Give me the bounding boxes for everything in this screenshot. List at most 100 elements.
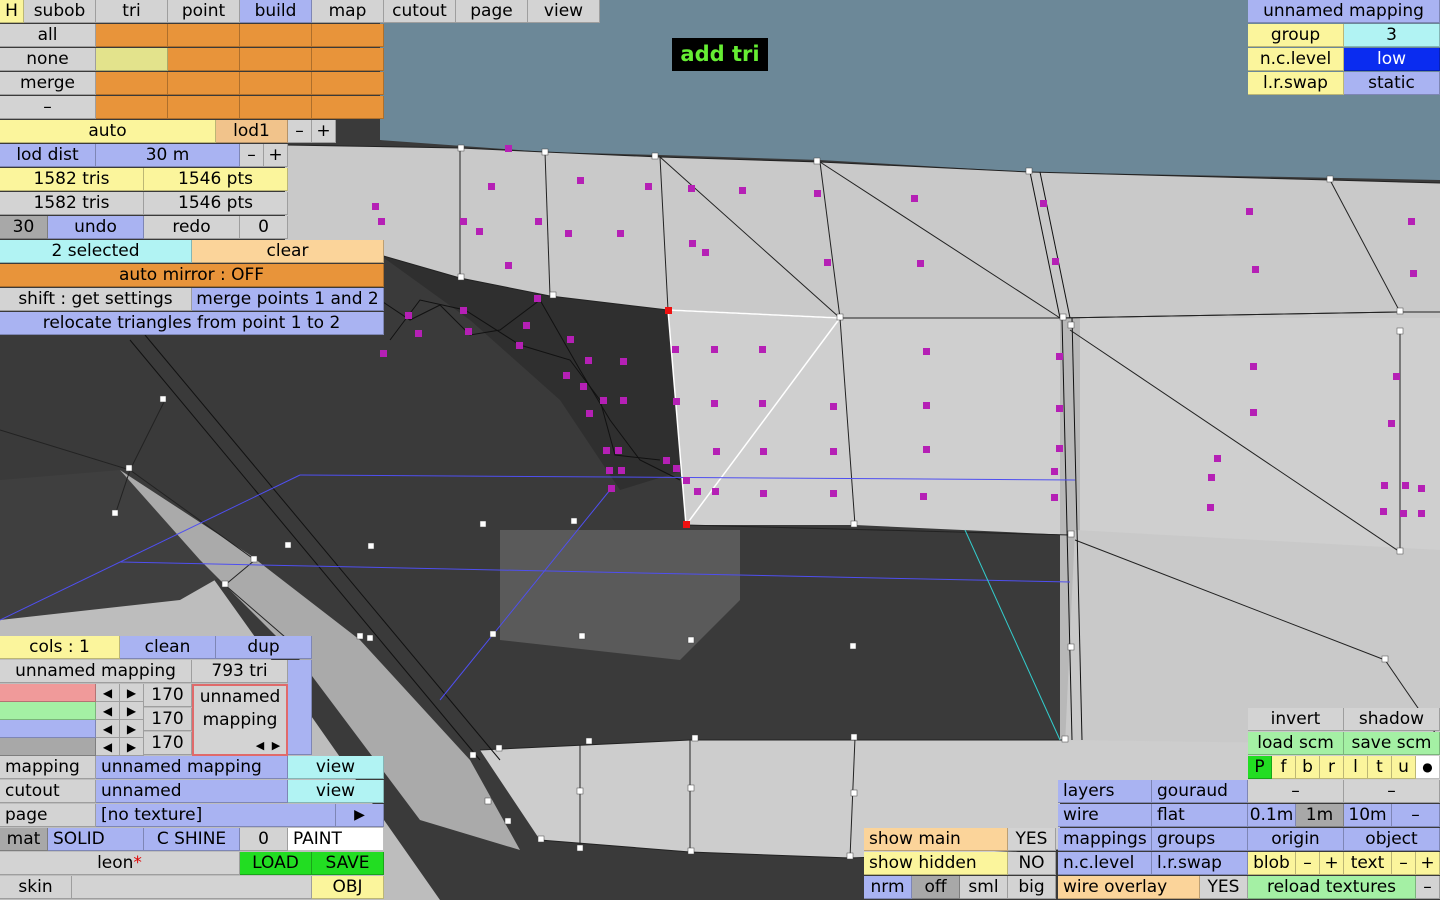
grid-cell[interactable] bbox=[240, 72, 312, 95]
cutout-view-button[interactable]: view bbox=[288, 780, 384, 803]
undo-button[interactable]: undo bbox=[48, 216, 144, 239]
lod-minus-button[interactable]: – bbox=[288, 120, 312, 143]
select-none-button[interactable]: none bbox=[0, 48, 96, 71]
solid-toggle[interactable]: SOLID bbox=[48, 828, 144, 851]
gray-right-arrow-icon[interactable]: ▶ bbox=[120, 738, 144, 756]
green-slider[interactable] bbox=[0, 702, 96, 720]
menu-subob[interactable]: subob bbox=[24, 0, 96, 23]
grid-cell[interactable] bbox=[240, 48, 312, 71]
normals-big-button[interactable]: big bbox=[1008, 876, 1056, 899]
play-icon[interactable]: ▶ bbox=[336, 804, 384, 827]
invert-button[interactable]: invert bbox=[1248, 708, 1344, 731]
blue-right-arrow-icon[interactable]: ▶ bbox=[120, 720, 144, 738]
grid-cell[interactable] bbox=[312, 48, 384, 71]
page-select[interactable]: [no texture] bbox=[96, 804, 336, 827]
cshine-toggle[interactable]: C SHINE bbox=[144, 828, 240, 851]
blue-slider[interactable] bbox=[0, 720, 96, 738]
relocate-triangles-button[interactable]: relocate triangles from point 1 to 2 bbox=[0, 312, 384, 335]
gray-slider[interactable] bbox=[0, 738, 96, 756]
grid-cell[interactable] bbox=[168, 48, 240, 71]
step-minus-button[interactable]: – bbox=[1248, 780, 1344, 803]
grid-cell[interactable] bbox=[96, 72, 168, 95]
paint-button[interactable]: PAINT bbox=[288, 828, 384, 851]
clean-button[interactable]: clean bbox=[120, 636, 216, 659]
green-left-arrow-icon[interactable]: ◀ bbox=[96, 702, 120, 720]
lod1-button[interactable]: lod1 bbox=[216, 120, 288, 143]
save-scm-button[interactable]: save scm bbox=[1344, 732, 1440, 755]
grid-cell[interactable] bbox=[168, 72, 240, 95]
menu-tri[interactable]: tri bbox=[96, 0, 168, 23]
view-u-button[interactable]: u bbox=[1392, 756, 1416, 779]
view-p-button[interactable]: P bbox=[1248, 756, 1272, 779]
lod-dist-minus-button[interactable]: – bbox=[240, 144, 264, 167]
dot-icon[interactable]: ● bbox=[1416, 756, 1440, 779]
menu-view[interactable]: view bbox=[528, 0, 600, 23]
menu-point[interactable]: point bbox=[168, 0, 240, 23]
show-main-toggle[interactable]: YES bbox=[1008, 828, 1056, 851]
shadow-button[interactable]: shadow bbox=[1344, 708, 1440, 731]
red-right-arrow-icon[interactable]: ▶ bbox=[120, 684, 144, 702]
normals-small-button[interactable]: sml bbox=[960, 876, 1008, 899]
reload-minus-button[interactable]: – bbox=[1416, 876, 1440, 899]
dash-button[interactable]: – bbox=[0, 96, 96, 119]
group-value[interactable]: 3 bbox=[1344, 24, 1440, 47]
mapping-view-button[interactable]: view bbox=[288, 756, 384, 779]
step-decrease-button[interactable]: – bbox=[1392, 804, 1440, 827]
file-name[interactable]: leon* bbox=[0, 852, 240, 875]
menu-page[interactable]: page bbox=[456, 0, 528, 23]
grid-cell[interactable] bbox=[240, 96, 312, 119]
lrswap-value[interactable]: static bbox=[1344, 72, 1440, 95]
grid-cell[interactable] bbox=[168, 96, 240, 119]
step-1m-button[interactable]: 1m bbox=[1296, 804, 1344, 827]
reload-textures-button[interactable]: reload textures bbox=[1248, 876, 1416, 899]
grid-cell[interactable] bbox=[96, 24, 168, 47]
auto-mirror-toggle[interactable]: auto mirror : OFF bbox=[0, 264, 384, 287]
cols-button[interactable]: cols : 1 bbox=[0, 636, 120, 659]
blue-left-arrow-icon[interactable]: ◀ bbox=[96, 720, 120, 738]
color-swatch-strip[interactable] bbox=[288, 660, 312, 755]
menu-build[interactable]: build bbox=[240, 0, 312, 23]
grid-cell[interactable] bbox=[96, 96, 168, 119]
auto-lod-button[interactable]: auto bbox=[0, 120, 216, 143]
h-button[interactable]: H bbox=[0, 0, 24, 23]
step-10m-button[interactable]: 10m bbox=[1344, 804, 1392, 827]
cutout-select[interactable]: unnamed bbox=[96, 780, 288, 803]
grid-cell[interactable] bbox=[168, 24, 240, 47]
view-b-button[interactable]: b bbox=[1296, 756, 1320, 779]
mappings-button[interactable]: mappings bbox=[1058, 828, 1152, 851]
lod-dist-plus-button[interactable]: + bbox=[264, 144, 288, 167]
grid-cell[interactable] bbox=[240, 24, 312, 47]
grid-cell[interactable] bbox=[312, 24, 384, 47]
layers-button[interactable]: layers bbox=[1058, 780, 1152, 803]
object-button[interactable]: object bbox=[1344, 828, 1440, 851]
nclevel-button[interactable]: n.c.level bbox=[1058, 852, 1152, 875]
gouraud-button[interactable]: gouraud bbox=[1152, 780, 1248, 803]
gray-left-arrow-icon[interactable]: ◀ bbox=[96, 738, 120, 756]
groups-button[interactable]: groups bbox=[1152, 828, 1248, 851]
nclevel-value[interactable]: low bbox=[1344, 48, 1440, 71]
obj-button[interactable]: OBJ bbox=[312, 876, 384, 899]
menu-map[interactable]: map bbox=[312, 0, 384, 23]
dup-button[interactable]: dup bbox=[216, 636, 312, 659]
blob-minus-button[interactable]: – bbox=[1296, 852, 1320, 875]
red-slider[interactable] bbox=[0, 684, 96, 702]
text-minus-button[interactable]: – bbox=[1392, 852, 1416, 875]
lod-plus-button[interactable]: + bbox=[312, 120, 336, 143]
grid-cell[interactable] bbox=[312, 72, 384, 95]
save-button[interactable]: SAVE bbox=[312, 852, 384, 875]
step-0-1m-button[interactable]: 0.1m bbox=[1248, 804, 1296, 827]
red-left-arrow-icon[interactable]: ◀ bbox=[96, 684, 120, 702]
green-right-arrow-icon[interactable]: ▶ bbox=[120, 702, 144, 720]
get-settings-button[interactable]: shift : get settings bbox=[0, 288, 192, 311]
preview-right-arrow-icon[interactable]: ▶ bbox=[268, 738, 284, 754]
view-l-button[interactable]: l bbox=[1344, 756, 1368, 779]
mapping-title[interactable]: unnamed mapping bbox=[1248, 0, 1440, 23]
merge-button[interactable]: merge bbox=[0, 72, 96, 95]
step-minus-button-2[interactable]: – bbox=[1344, 780, 1440, 803]
view-t-button[interactable]: t bbox=[1368, 756, 1392, 779]
normals-off-button[interactable]: off bbox=[912, 876, 960, 899]
text-plus-button[interactable]: + bbox=[1416, 852, 1440, 875]
show-hidden-toggle[interactable]: NO bbox=[1008, 852, 1056, 875]
load-button[interactable]: LOAD bbox=[240, 852, 312, 875]
load-scm-button[interactable]: load scm bbox=[1248, 732, 1344, 755]
